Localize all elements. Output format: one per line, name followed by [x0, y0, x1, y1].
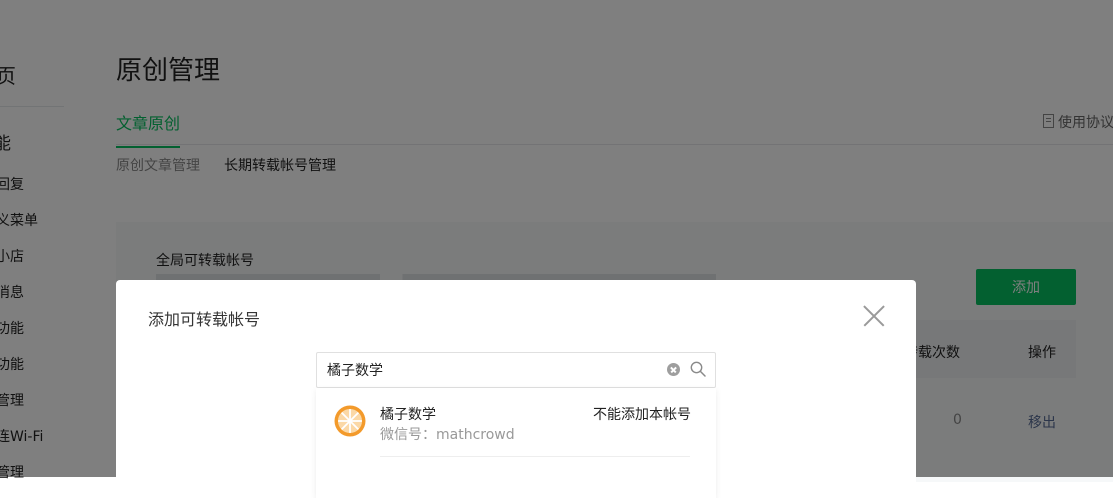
close-icon[interactable]	[862, 304, 886, 328]
account-name: 橘子数学	[380, 407, 436, 423]
account-status: 不能添加本帐号	[593, 407, 691, 423]
account-avatar	[334, 405, 366, 437]
search-result-item[interactable]: 橘子数学 微信号：mathcrowd 不能添加本帐号	[316, 388, 716, 458]
search-icon[interactable]	[690, 361, 706, 377]
search-results-dropdown: 橘子数学 微信号：mathcrowd 不能添加本帐号	[316, 388, 716, 498]
search-input[interactable]	[327, 353, 657, 387]
clear-icon[interactable]	[667, 363, 680, 376]
result-divider	[380, 456, 690, 457]
dialog-title: 添加可转载帐号	[148, 310, 261, 329]
add-reprint-account-dialog: 添加可转载帐号 橘子数学 微信号：mathcrowd	[116, 280, 916, 498]
search-box	[316, 352, 716, 388]
account-wechat-id: 微信号：mathcrowd	[380, 427, 515, 443]
